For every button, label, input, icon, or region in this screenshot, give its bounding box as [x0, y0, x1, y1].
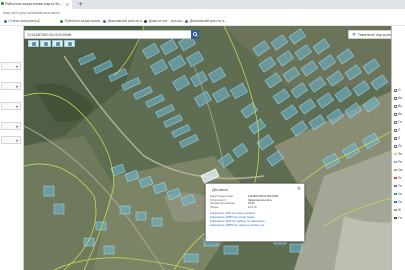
cadastral-search-input[interactable]: 2124487300:01:003:0046	[24, 30, 199, 39]
checkbox-icon[interactable]	[394, 88, 397, 92]
right-layers-panel: О Ка Ву Ко Го П З Пс Зе Ре Ор Пг Та Ск С…	[391, 26, 405, 270]
popup-title: Ділянка	[212, 186, 228, 192]
layer-item[interactable]: Ко	[394, 112, 402, 116]
left-panel-tab[interactable]: ▾	[1, 82, 21, 90]
checkbox-icon[interactable]	[394, 96, 397, 100]
popup-link[interactable]: Інформація з ДЗК про ділянку та обмеженн…	[210, 220, 265, 223]
bookmark-item[interactable]: Державний реєстр р...	[103, 19, 145, 23]
legend-swatch	[394, 201, 397, 203]
tab-close-icon[interactable]: ×	[66, 2, 69, 7]
search-value[interactable]: 2124487300:01:003:0046	[27, 33, 71, 37]
url-text[interactable]: map.land.gov.ua/kadastrova-karta	[3, 11, 60, 15]
layer-item[interactable]: Пг	[394, 176, 402, 180]
chevron-down-icon: ▾	[15, 64, 18, 69]
legend-swatch	[394, 153, 397, 155]
layer-item[interactable]: З	[394, 136, 400, 140]
layer-item[interactable]: Пс	[394, 144, 402, 148]
layer-item[interactable]: Зе	[394, 152, 402, 156]
layer-item[interactable]: П	[394, 128, 400, 132]
thematic-layers-button[interactable]: Тематичні підгрупи	[348, 30, 392, 39]
favicon-icon	[1, 2, 4, 5]
address-bar[interactable]: map.land.gov.ua/kadastrova-karta	[0, 9, 405, 17]
search-button[interactable]	[191, 30, 199, 39]
left-panel-tab[interactable]: ▾	[1, 136, 21, 144]
checkbox-icon[interactable]	[394, 104, 397, 108]
left-panel-tab[interactable]: ▾	[1, 122, 21, 130]
left-panel: ▾ ▾ ▾ ▾ ▾	[0, 26, 24, 270]
bookmark-icon	[144, 19, 147, 23]
parcel-info-popup: Ділянка × Кадастровий номер: 2124487300:…	[205, 183, 305, 242]
new-tab-button[interactable]: +	[78, 1, 83, 8]
popup-row: Площа: 0.71 га	[210, 206, 304, 209]
legend-swatch	[394, 185, 397, 187]
layer-item[interactable]: О	[394, 88, 401, 92]
layer-item[interactable]: Го	[394, 120, 402, 124]
map-tool-icon	[56, 42, 60, 46]
chevron-down-icon: ▾	[15, 138, 18, 143]
layer-item[interactable]: Ор	[394, 168, 403, 172]
map-tool-icon	[68, 42, 72, 46]
bookmark-item[interactable]: Стани конкуренції	[4, 19, 40, 23]
layers-icon	[352, 32, 356, 36]
bookmark-item[interactable]: Державний реєстр р...	[185, 19, 227, 23]
map-tool-button[interactable]	[28, 40, 39, 47]
bookmark-icon	[4, 19, 7, 23]
map-toolbar: 2124487300:01:003:0046 Тематичні підгруп…	[24, 30, 394, 39]
browser-tab[interactable]: Публічна кадастрова карта Ук... ×	[0, 0, 72, 9]
layers-button-label: Тематичні підгрупи	[358, 32, 391, 37]
map-tool-button[interactable]	[52, 40, 63, 47]
checkbox-icon[interactable]	[394, 136, 397, 140]
layer-item[interactable]: Со	[394, 200, 402, 204]
map-tool-icon	[44, 42, 48, 46]
map-tool-icon	[32, 42, 36, 46]
chevron-down-icon: ▾	[15, 124, 18, 129]
popup-link[interactable]: Інформація з ДЗК про оцінку ділянки	[210, 212, 255, 215]
layer-item[interactable]: Ву	[394, 104, 402, 108]
browser-tabstrip: Публічна кадастрова карта Ук... × +	[0, 0, 405, 9]
bookmarks-bar: Стани конкуренції Публічна кадастрова Де…	[0, 17, 405, 26]
layer-item[interactable]: Ка	[394, 96, 402, 100]
legend-swatch	[394, 161, 397, 163]
popup-row-value: 0.71 га	[248, 205, 257, 209]
popup-link[interactable]: Інформація з ДРРП про земельну ділянку (…	[210, 224, 264, 227]
bookmark-item[interactable]: Додати лот - аукціо...	[144, 19, 185, 23]
map-tool-button[interactable]	[40, 40, 51, 47]
bookmark-icon	[60, 19, 63, 23]
legend-swatch	[394, 169, 397, 171]
legend-swatch	[394, 217, 397, 219]
map-tool-buttons	[28, 40, 76, 47]
checkbox-icon[interactable]	[394, 112, 397, 116]
chevron-down-icon: ▾	[15, 104, 18, 109]
search-icon	[192, 31, 198, 37]
tab-title: Публічна кадастрова карта Ук...	[5, 2, 63, 6]
map-tool-button[interactable]	[64, 40, 75, 47]
bookmark-icon	[103, 19, 106, 23]
bookmark-icon	[185, 19, 188, 23]
checkbox-icon[interactable]	[394, 128, 397, 132]
legend-swatch	[394, 177, 397, 179]
checkbox-icon[interactable]	[394, 144, 397, 148]
layer-item[interactable]: Ре	[394, 160, 402, 164]
layer-item[interactable]: Кі	[394, 208, 401, 212]
checkbox-icon[interactable]	[394, 120, 397, 124]
popup-row-key: Площа:	[210, 205, 219, 209]
legend-swatch	[394, 209, 397, 211]
left-panel-tab[interactable]: ▾	[1, 62, 21, 70]
layer-item[interactable]: Ге	[394, 216, 402, 220]
bookmark-item[interactable]: Публічна кадастрова	[60, 19, 100, 23]
legend-swatch	[394, 193, 397, 195]
layer-item[interactable]: Та	[394, 184, 402, 188]
close-icon[interactable]: ×	[297, 186, 301, 192]
left-panel-tab[interactable]: ▾	[1, 102, 21, 110]
layer-item[interactable]: Ск	[394, 192, 402, 196]
chevron-down-icon: ▾	[15, 84, 18, 89]
popup-link[interactable]: Інформація з ДРРП про речові права	[210, 216, 254, 219]
